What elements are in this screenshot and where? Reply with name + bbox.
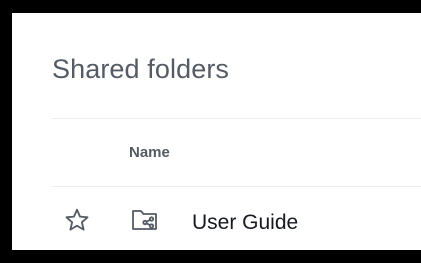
shared-folder-icon <box>131 208 159 232</box>
panel-title: Shared folders <box>52 54 230 84</box>
divider <box>52 186 421 187</box>
shared-folders-panel: Shared folders Name User Guide <box>12 13 421 250</box>
divider <box>52 118 421 119</box>
folder-name-link[interactable]: User Guide <box>192 211 298 235</box>
table-row[interactable]: User Guide <box>52 199 421 250</box>
column-header-name[interactable]: Name <box>129 144 170 162</box>
star-icon[interactable] <box>64 207 90 233</box>
